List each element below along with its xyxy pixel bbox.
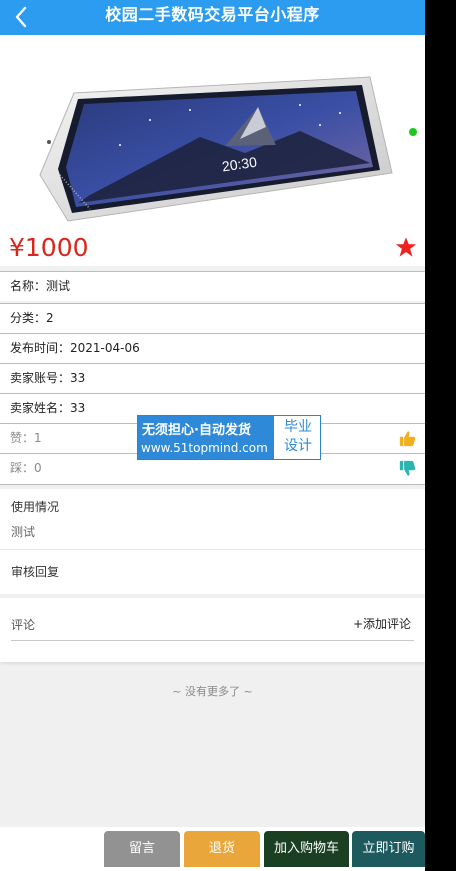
add-to-cart-button[interactable]: 加入购物车 xyxy=(264,831,349,867)
field-seller-name-text: 卖家姓名：33 xyxy=(10,401,86,415)
tablet-product-image: 20:30 xyxy=(39,76,393,222)
likes-count: 赞：1 xyxy=(10,431,42,445)
buy-now-button[interactable]: 立即订购 xyxy=(352,831,425,867)
comments-label: 评论 xyxy=(11,618,36,632)
field-publish-time: 发布时间：2021-04-06 xyxy=(0,333,425,363)
page-title: 校园二手数码交易平台小程序 xyxy=(105,5,320,24)
usage-title: 使用情况 xyxy=(11,500,60,514)
watermark-right1: 毕业 xyxy=(284,419,312,435)
usage-body: 测试 xyxy=(11,525,36,539)
list-end-text: ~ 没有更多了 ~ xyxy=(172,685,253,698)
review-section: 审核回复 xyxy=(0,550,425,594)
favorite-star-icon[interactable] xyxy=(395,236,417,258)
watermark-right: 毕业 设计 xyxy=(276,416,320,456)
field-seller-account: 卖家账号：33 xyxy=(0,363,425,393)
bottom-action-bar: 留言 退货 加入购物车 立即订购 xyxy=(0,827,425,871)
add-comment-button[interactable]: +添加评论 xyxy=(353,615,411,632)
price: ¥1000 xyxy=(9,233,89,262)
product-image-carousel[interactable]: 20:30 xyxy=(0,35,425,230)
field-publish-time-text: 发布时间：2021-04-06 xyxy=(10,341,140,355)
watermark-left: 无须担心·自动发货 www.51topmind.com xyxy=(138,416,274,459)
usage-section: 使用情况 测试 xyxy=(0,489,425,550)
watermark-line1: 无须担心·自动发货 xyxy=(142,423,251,438)
field-category: 分类：2 xyxy=(0,303,425,333)
watermark-line2: www.51topmind.com xyxy=(141,441,268,455)
field-seller-account-text: 卖家账号：33 xyxy=(10,371,86,385)
thumbs-down-icon[interactable] xyxy=(399,460,416,477)
price-row: ¥1000 xyxy=(0,230,425,266)
dislikes-count: 踩：0 xyxy=(10,461,42,475)
thumbs-up-icon[interactable] xyxy=(399,430,416,447)
watermark-right2: 设计 xyxy=(284,438,312,454)
comments-section: 评论 +添加评论 xyxy=(0,598,425,662)
message-button[interactable]: 留言 xyxy=(104,831,180,867)
field-category-text: 分类：2 xyxy=(10,311,54,325)
comments-divider xyxy=(11,640,414,641)
field-name-text: 名称：测试 xyxy=(10,279,71,293)
carousel-indicator[interactable] xyxy=(409,128,417,136)
review-title: 审核回复 xyxy=(11,565,60,579)
watermark-badge: 无须担心·自动发货 www.51topmind.com 毕业 设计 xyxy=(137,415,321,460)
field-name: 名称：测试 xyxy=(0,271,425,301)
nav-bar: 校园二手数码交易平台小程序 xyxy=(0,0,425,35)
app-screen: 校园二手数码交易平台小程序 20:30 ¥1000 名称：测试 分类：2 发布时… xyxy=(0,0,425,871)
return-button[interactable]: 退货 xyxy=(184,831,260,867)
